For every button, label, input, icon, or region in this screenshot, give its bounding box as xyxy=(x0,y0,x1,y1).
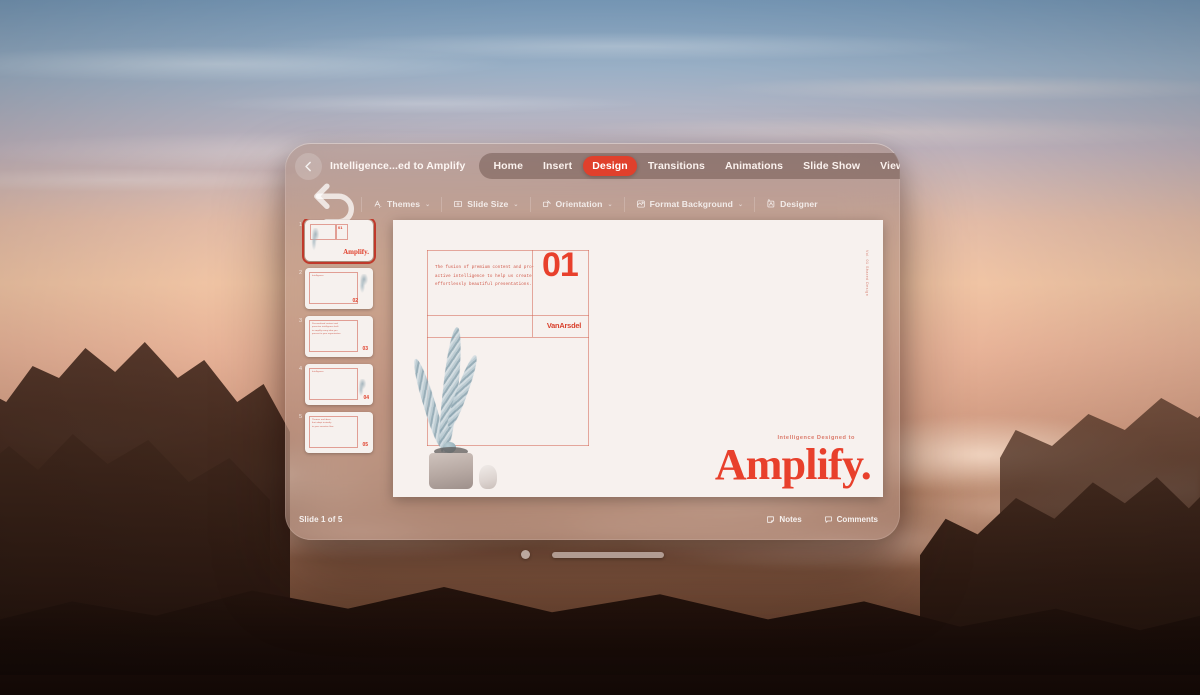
notes-button[interactable]: Notes xyxy=(766,514,802,524)
slide-size-button[interactable]: Slide Size ⌄ xyxy=(442,199,529,209)
comment-icon xyxy=(824,516,832,523)
tab-animations[interactable]: Animations xyxy=(716,156,792,176)
tab-home[interactable]: Home xyxy=(484,156,532,176)
thumbnail-number: 2 xyxy=(298,270,302,276)
tab-transitions[interactable]: Transitions xyxy=(639,156,714,176)
orientation-label: Orientation xyxy=(555,199,603,209)
thumb-body-text: Personalized content and proactive intel… xyxy=(312,323,341,335)
slide-canvas-area: The fusion of premium content and pro-ac… xyxy=(387,219,889,503)
tab-design[interactable]: Design xyxy=(583,156,637,176)
tab-slide-show[interactable]: Slide Show xyxy=(794,156,869,176)
slide-size-caret-icon: ⌄ xyxy=(513,201,519,208)
plant-illustration xyxy=(409,299,497,489)
window-controls xyxy=(285,550,900,559)
designer-button[interactable]: Designer xyxy=(755,199,829,209)
designer-label: Designer xyxy=(780,199,818,209)
thumb-plant-art xyxy=(310,228,321,254)
slide-thumbnail-panel[interactable]: 1 01 Amplify. 2 Intelligence 02 3 Person… xyxy=(296,219,378,503)
format-background-icon xyxy=(636,200,645,208)
slide-number-01: 01 xyxy=(542,246,579,284)
slide-thumbnail-4[interactable]: Intelligence 04 xyxy=(305,364,373,405)
thumb-slide-number: 05 xyxy=(362,442,368,448)
status-bar-actions: Notes Comments xyxy=(766,515,878,524)
notes-icon xyxy=(767,515,775,523)
notes-label: Notes xyxy=(779,514,802,524)
orientation-icon xyxy=(542,200,551,208)
orientation-button[interactable]: Orientation ⌄ xyxy=(531,199,624,209)
thumb-slide-number: 02 xyxy=(352,298,358,304)
themes-label: Themes xyxy=(387,199,421,209)
themes-caret-icon: ⌄ xyxy=(425,201,431,208)
format-background-label: Format Background xyxy=(649,199,733,209)
thumb-body-text: Intelligence xyxy=(312,371,324,373)
document-title: Intelligence...ed to Amplify xyxy=(330,160,466,172)
editor-body: 1 01 Amplify. 2 Intelligence 02 3 Person… xyxy=(285,219,900,503)
thumbnail-number: 5 xyxy=(298,414,302,420)
tab-insert[interactable]: Insert xyxy=(534,156,581,176)
close-window-dot[interactable] xyxy=(521,550,530,559)
thumb-slide-number: 04 xyxy=(363,395,369,401)
thumbnail-row-1[interactable]: 1 01 Amplify. xyxy=(296,219,378,264)
designer-icon xyxy=(767,199,775,208)
slide-vertical-caption: Vol. 01 Shared Design xyxy=(865,250,869,297)
brand-logo-vanarsdel: VanArsdel xyxy=(546,321,582,330)
thumb-slide-number: 01 xyxy=(338,225,343,230)
presentation-app-window: Intelligence...ed to Amplify Home Insert… xyxy=(285,143,900,540)
orientation-caret-icon: ⌄ xyxy=(607,201,613,208)
decorative-vase xyxy=(479,465,497,489)
slide-thumbnail-5[interactable]: Themes and ideas that adapt instantly to… xyxy=(305,412,373,453)
format-background-caret-icon: ⌄ xyxy=(737,201,744,208)
thumb-body-text: Intelligence xyxy=(312,275,324,277)
thumb-plant-art xyxy=(358,274,370,296)
slide-thumbnail-3[interactable]: Personalized content and proactive intel… xyxy=(305,316,373,357)
thumbnail-row-5[interactable]: 5 Themes and ideas that adapt instantly … xyxy=(296,412,378,453)
plant-pot xyxy=(429,453,473,489)
slide-headline: Amplify. xyxy=(714,440,872,489)
thumbnail-row-4[interactable]: 4 Intelligence 04 xyxy=(296,364,378,405)
thumb-headline: Amplify. xyxy=(343,248,369,256)
slide-grid-line xyxy=(588,250,589,446)
slide-thumbnail-1[interactable]: 01 Amplify. xyxy=(302,219,376,264)
format-background-button[interactable]: Format Background ⌄ xyxy=(625,199,755,209)
comments-label: Comments xyxy=(836,514,878,524)
title-bar: Intelligence...ed to Amplify Home Insert… xyxy=(285,143,900,189)
thumb-body-text: Themes and ideas that adapt instantly to… xyxy=(312,419,334,428)
thumbnail-row-2[interactable]: 2 Intelligence 02 xyxy=(296,268,378,309)
design-ribbon: Themes ⌄ Slide Size ⌄ Orientation ⌄ Form… xyxy=(285,183,900,225)
slide-thumbnail-2[interactable]: Intelligence 02 xyxy=(305,268,373,309)
thumb-slide-number: 03 xyxy=(362,346,368,352)
slide-size-label: Slide Size xyxy=(467,199,509,209)
ribbon-tab-bar: Home Insert Design Transitions Animation… xyxy=(479,153,900,179)
tab-view[interactable]: View xyxy=(871,156,900,176)
slide-counter: Slide 1 of 5 xyxy=(299,514,343,524)
themes-icon xyxy=(374,200,382,208)
chevron-left-icon xyxy=(305,161,311,171)
thumbnail-number: 1 xyxy=(298,222,302,228)
status-bar: Slide 1 of 5 Notes Comments xyxy=(285,505,900,533)
comments-button[interactable]: Comments xyxy=(824,515,878,524)
thumbnail-number: 3 xyxy=(298,318,302,324)
thumbnail-row-3[interactable]: 3 Personalized content and proactive int… xyxy=(296,316,378,357)
window-resize-bar[interactable] xyxy=(552,551,664,558)
thumbnail-number: 4 xyxy=(298,366,302,372)
slide-size-icon xyxy=(454,200,463,208)
slide-body-text: The fusion of premium content and pro-ac… xyxy=(435,266,535,288)
active-slide[interactable]: The fusion of premium content and pro-ac… xyxy=(393,220,883,497)
themes-button[interactable]: Themes ⌄ xyxy=(362,199,441,209)
